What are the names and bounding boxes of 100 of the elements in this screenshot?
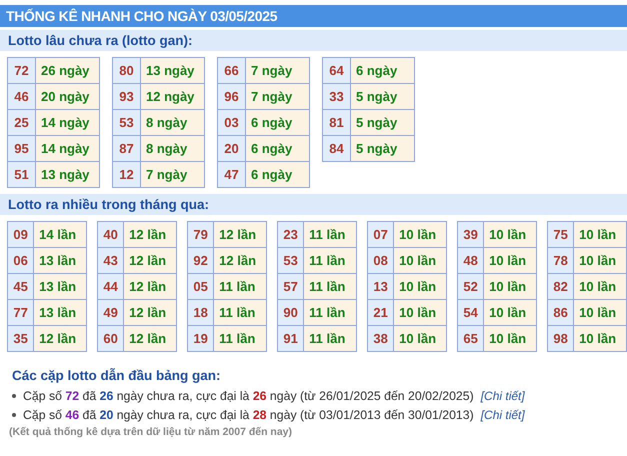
lotto-number: 45 [8,274,34,300]
lotto-number: 13 [368,274,394,300]
count-cell: 10 lần [574,248,626,274]
lotto-number: 33 [322,84,350,110]
bullet-icon [12,412,16,416]
lotto-number: 96 [218,84,246,110]
lotto-number: 53 [278,248,304,274]
lotto-number: 79 [188,222,214,248]
lotto-number: 49 [98,300,124,326]
count-cell: 11 lần [214,300,266,326]
lotto-number: 35 [8,326,34,352]
lotto-number: 07 [368,222,394,248]
lotto-number: 53 [112,110,140,136]
count-cell: 14 ngày [36,136,100,162]
count-cell: 12 lần [124,274,176,300]
count-cell: 8 ngày [140,110,204,136]
lotto-number: 44 [98,274,124,300]
count-cell: 6 ngày [246,136,310,162]
count-cell: 10 lần [484,274,536,300]
count-cell: 5 ngày [350,84,414,110]
count-cell: 13 ngày [36,162,100,188]
count-cell: 10 lần [394,326,446,352]
lotto-number: 65 [458,326,484,352]
count-cell: 20 ngày [36,84,100,110]
count-cell: 11 lần [304,326,356,352]
section-title: Lotto lâu chưa ra (lotto gan): [0,30,627,51]
lotto-number: 75 [548,222,574,248]
count-cell: 10 lần [394,300,446,326]
count-cell: 11 lần [304,248,356,274]
count-cell: 12 lần [124,300,176,326]
count-cell: 7 ngày [246,84,310,110]
count-cell: 12 lần [124,326,176,352]
lotto-number: 98 [548,326,574,352]
lotto-number: 12 [112,162,140,188]
details-link[interactable]: [Chi tiết] [480,408,525,422]
summary-sentence: Cặp số 46 đã 20 ngày chưa ra, cực đại là 28 ngày (từ 03/01/2013 đến 30/01/2013) [23,408,474,422]
lotto-number: 92 [188,248,214,274]
lotto-number: 18 [188,300,214,326]
lotto-number: 60 [98,326,124,352]
count-cell: 10 lần [574,222,626,248]
details-link[interactable]: [Chi tiết] [480,388,525,402]
summary-title: Các cặp lotto dẫn đầu bảng gan: [12,368,222,383]
lotto-number: 19 [188,326,214,352]
lotto-number: 46 [8,84,36,110]
count-cell: 8 ngày [140,136,204,162]
lotto-number: 40 [98,222,124,248]
lotto-number: 23 [278,222,304,248]
lotto-number: 06 [8,248,34,274]
lotto-number: 51 [8,162,36,188]
count-cell: 6 ngày [246,162,310,188]
count-cell: 26 ngày [36,58,100,84]
count-cell: 11 lần [304,300,356,326]
lotto-number: 86 [548,300,574,326]
count-cell: 10 lần [394,222,446,248]
lotto-number: 38 [368,326,394,352]
count-cell: 12 lần [124,222,176,248]
count-cell: 14 ngày [36,110,100,136]
count-cell: 10 lần [484,300,536,326]
lotto-number: 43 [98,248,124,274]
count-cell: 10 lần [394,248,446,274]
lotto-number: 20 [218,136,246,162]
lotto-number: 93 [112,84,140,110]
lotto-number: 87 [112,136,140,162]
count-cell: 11 lần [304,274,356,300]
count-cell: 11 lần [304,222,356,248]
footnote: (Kết quả thống kê dựa trên dữ liệu từ năm 2007 đến nay) [9,426,294,438]
lotto-number: 54 [458,300,484,326]
count-cell: 10 lần [484,248,536,274]
count-cell: 10 lần [574,300,626,326]
lotto-number: 66 [218,58,246,84]
lotto-number: 39 [458,222,484,248]
lotto-number: 77 [8,300,34,326]
lotto-number: 05 [188,274,214,300]
lotto-number: 78 [548,248,574,274]
count-cell: 10 lần [484,222,536,248]
lotto-number: 81 [322,110,350,136]
lotto-number: 57 [278,274,304,300]
count-cell: 10 lần [574,274,626,300]
count-cell: 12 lần [34,326,86,352]
lotto-number: 03 [218,110,246,136]
summary-sentence: Cặp số 72 đã 26 ngày chưa ra, cực đại là 26 ngày (từ 26/01/2025 đến 20/02/2025) [23,388,474,402]
count-cell: 5 ngày [350,110,414,136]
lotto-number: 64 [322,58,350,84]
count-cell: 5 ngày [350,136,414,162]
count-cell: 13 lần [34,300,86,326]
lotto-number: 21 [368,300,394,326]
lotto-number: 95 [8,136,36,162]
count-cell: 10 lần [484,326,536,352]
lotto-number: 52 [458,274,484,300]
count-cell: 13 ngày [140,58,204,84]
count-cell: 10 lần [394,274,446,300]
lotto-number: 09 [8,222,34,248]
count-cell: 14 lần [34,222,86,248]
lotto-number: 80 [112,58,140,84]
count-cell: 12 lần [214,222,266,248]
lotto-number: 08 [368,248,394,274]
count-cell: 7 ngày [246,58,310,84]
count-cell: 11 lần [214,274,266,300]
count-cell: 10 lần [574,326,626,352]
bullet-icon [12,394,16,398]
